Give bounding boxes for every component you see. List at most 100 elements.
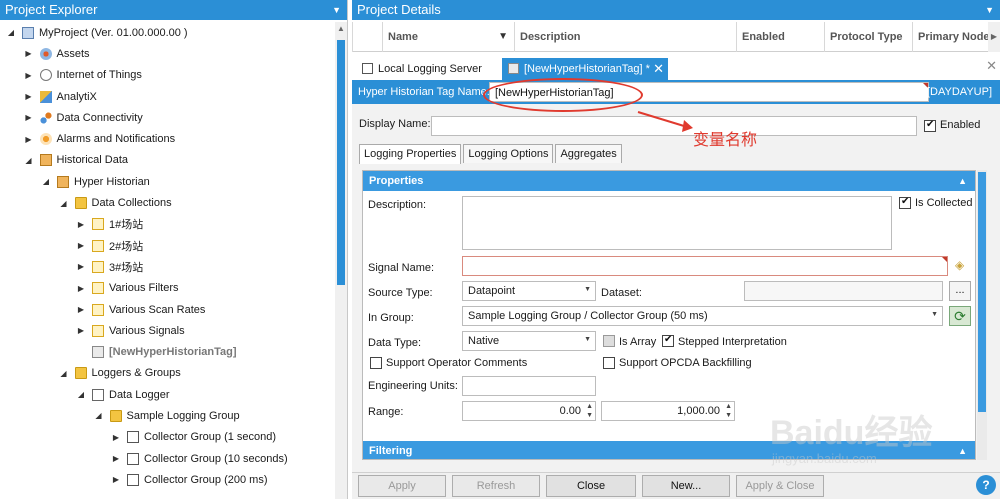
expand-arrow-icon[interactable]: ▶	[24, 92, 34, 101]
description-input[interactable]	[462, 196, 892, 250]
project-details-title-text: Project Details	[357, 2, 441, 17]
tree-item[interactable]: ▶ Data Connectivity	[0, 107, 333, 128]
expand-arrow-icon[interactable]: ▶	[76, 241, 86, 250]
column-primary-node[interactable]: Primary Node	[912, 22, 988, 52]
collapse-arrow-icon[interactable]: ◢	[76, 390, 86, 399]
tree-item[interactable]: ◢ MyProject (Ver. 01.00.000.00 )	[0, 22, 333, 43]
properties-header[interactable]: Properties ▲	[363, 171, 975, 191]
opcda-backfilling-checkbox[interactable]	[603, 357, 615, 369]
column-enabled[interactable]: Enabled	[736, 22, 824, 52]
data-type-value: Native	[468, 335, 500, 347]
tree-item[interactable]: ◢ Hyper Historian	[0, 171, 333, 192]
close-button[interactable]: Close	[546, 475, 636, 497]
tree-item[interactable]: ▶ Internet of Things	[0, 65, 333, 86]
expand-arrow-icon[interactable]: ▶	[76, 220, 86, 229]
tree-item[interactable]: ▶ Alarms and Notifications	[0, 128, 333, 149]
scroll-up-icon[interactable]: ▲	[337, 24, 345, 33]
subtab-logging-options[interactable]: Logging Options	[463, 144, 554, 163]
panel-menu-icon[interactable]: ▼	[332, 0, 341, 20]
expand-arrow-icon[interactable]: ▶	[111, 475, 121, 484]
expand-arrow-icon[interactable]: ▶	[76, 284, 86, 293]
is-array-checkbox[interactable]	[603, 335, 615, 347]
tab-new-hyper-historian-tag[interactable]: [NewHyperHistorianTag] * ✕	[502, 58, 668, 80]
tree-item[interactable]: ▶ Collector Group (10 seconds)	[0, 448, 333, 469]
tree-item[interactable]: ◢ Data Collections	[0, 192, 333, 213]
engineering-units-input[interactable]	[462, 376, 596, 396]
tree-item[interactable]: ▶ Collector Group (1 second)	[0, 427, 333, 448]
expand-arrow-icon[interactable]: ▶	[111, 433, 121, 442]
tree-item[interactable]: [NewHyperHistorianTag]	[0, 341, 333, 362]
tree-item[interactable]: ▶ Various Filters	[0, 278, 333, 299]
close-icon[interactable]: ✕	[653, 58, 664, 80]
operator-comments-checkbox[interactable]	[370, 357, 382, 369]
data-type-dropdown[interactable]: Native	[462, 331, 596, 351]
tree-item-label: Loggers & Groups	[91, 367, 181, 380]
source-type-dropdown[interactable]: Datapoint	[462, 281, 596, 301]
tree-item[interactable]: ▶ Assets	[0, 43, 333, 64]
range-min-input[interactable]: 0.00 ▲ ▼	[462, 401, 596, 421]
tree-item[interactable]: ▶ 2#场站	[0, 235, 333, 256]
new-button[interactable]: New...	[642, 475, 730, 497]
column-handle[interactable]	[352, 22, 382, 52]
help-icon[interactable]: ?	[976, 475, 996, 495]
expand-arrow-icon[interactable]: ▶	[24, 135, 34, 144]
expand-arrow-icon[interactable]: ▶	[111, 454, 121, 463]
collapse-icon[interactable]: ▲	[958, 171, 967, 191]
tree-item-label: 1#场站	[109, 219, 144, 232]
collapse-arrow-icon[interactable]: ◢	[24, 156, 34, 165]
expand-arrow-icon[interactable]: ▶	[24, 113, 34, 122]
collapse-arrow-icon[interactable]: ◢	[59, 199, 69, 208]
expand-arrow-icon[interactable]: ▶	[76, 326, 86, 335]
tree-item[interactable]: ▶ Collector Group (200 ms)	[0, 469, 333, 490]
collapse-arrow-icon[interactable]: ◢	[6, 28, 16, 37]
tree-item[interactable]: ▶ 1#场站	[0, 214, 333, 235]
range-max-input[interactable]: 1,000.00 ▲ ▼	[601, 401, 735, 421]
apply-button[interactable]: Apply	[358, 475, 446, 497]
explorer-scrollbar[interactable]: ▲	[335, 22, 347, 499]
spinner-icon[interactable]: ▲ ▼	[725, 402, 732, 420]
stepped-interpretation-label: Stepped Interpretation	[678, 336, 787, 348]
dataset-input[interactable]	[744, 281, 943, 301]
subtab-logging-properties[interactable]: Logging Properties	[359, 144, 462, 164]
tree-item[interactable]: ▶ Various Scan Rates	[0, 299, 333, 320]
dataset-browse-button[interactable]: ...	[949, 281, 971, 301]
column-description[interactable]: Description	[514, 22, 736, 52]
expand-arrow-icon[interactable]: ▶	[24, 49, 34, 58]
column-protocol-type[interactable]: Protocol Type	[824, 22, 912, 52]
column-name[interactable]: Name ▼	[382, 22, 514, 52]
filtering-header-text: Filtering	[369, 445, 413, 457]
collapse-arrow-icon[interactable]: ◢	[94, 411, 104, 420]
tree-item[interactable]: ◢ Sample Logging Group	[0, 405, 333, 426]
project-explorer-title: Project Explorer ▼	[0, 0, 347, 20]
tree-item[interactable]: ▶ Various Signals	[0, 320, 333, 341]
stepped-interpretation-checkbox[interactable]	[662, 334, 674, 347]
refresh-icon[interactable]: ⟳	[949, 306, 971, 326]
tab-local-logging-server[interactable]: Local Logging Server	[356, 58, 502, 80]
tree-item[interactable]: ◢ Data Logger	[0, 384, 333, 405]
expand-arrow-icon[interactable]: ▶	[24, 71, 34, 80]
expand-arrow-icon[interactable]: ▶	[76, 262, 86, 271]
filter-icon[interactable]: ▼	[498, 22, 508, 52]
collapse-arrow-icon[interactable]: ◢	[41, 177, 51, 186]
scroll-right-icon[interactable]: ▶	[988, 22, 1000, 52]
spinner-icon[interactable]: ▲ ▼	[586, 402, 593, 420]
enabled-checkbox[interactable]	[924, 119, 936, 132]
tag-browser-icon[interactable]: ◈	[955, 258, 964, 272]
in-group-dropdown[interactable]: Sample Logging Group / Collector Group (…	[462, 306, 943, 326]
close-all-icon[interactable]: ✕	[986, 58, 997, 74]
refresh-button[interactable]: Refresh	[452, 475, 540, 497]
tree-item[interactable]: ▶ AnalytiX	[0, 86, 333, 107]
subtab-aggregates[interactable]: Aggregates	[555, 144, 622, 163]
tree-item[interactable]: ◢ Loggers & Groups	[0, 363, 333, 384]
explorer-scroll-thumb[interactable]	[337, 40, 345, 285]
panel-menu-icon[interactable]: ▼	[985, 0, 994, 20]
apply-and-close-button[interactable]: Apply & Close	[736, 475, 824, 497]
signal-name-input[interactable]	[462, 256, 948, 276]
folder-icon	[74, 197, 87, 210]
collapse-arrow-icon[interactable]: ◢	[59, 369, 69, 378]
properties-scroll-thumb[interactable]	[978, 172, 986, 412]
tree-item[interactable]: ▶ 3#场站	[0, 256, 333, 277]
tree-item[interactable]: ◢ Historical Data	[0, 150, 333, 171]
is-collected-checkbox[interactable]	[899, 196, 911, 209]
expand-arrow-icon[interactable]: ▶	[76, 305, 86, 314]
